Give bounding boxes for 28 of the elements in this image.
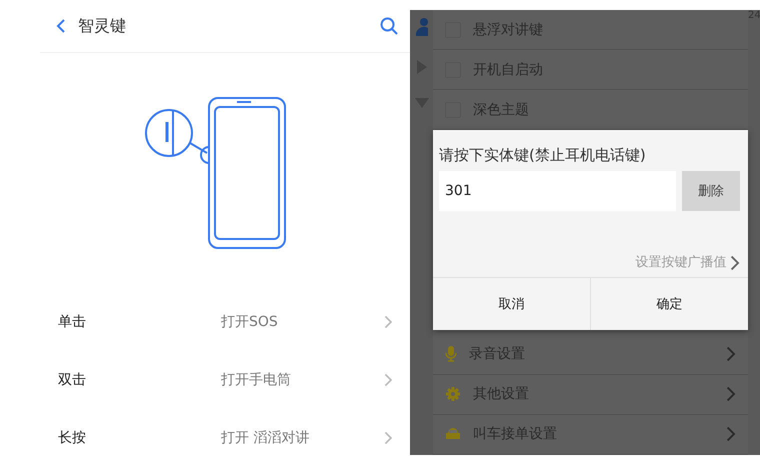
delete-button[interactable]: 删除: [682, 171, 740, 211]
back-icon[interactable]: [56, 18, 66, 34]
action-value: 打开SOS: [221, 313, 279, 331]
page-title: 智灵键: [78, 16, 127, 36]
microphone-icon: [445, 346, 457, 362]
gear-icon: [445, 386, 461, 402]
taxi-icon: [445, 428, 461, 440]
action-label: 长按: [58, 429, 87, 447]
action-row[interactable]: 长按 打开 滔滔对讲: [40, 409, 410, 467]
chevron-icon: [384, 315, 392, 329]
dialog-title: 请按下实体键(禁止耳机电话键): [438, 145, 647, 166]
action-label: 双击: [58, 371, 87, 389]
key-input-field[interactable]: 301: [439, 171, 676, 211]
search-icon[interactable]: [380, 17, 398, 35]
chevron-icon: [730, 255, 740, 271]
dialog-button[interactable]: 取消: [433, 278, 590, 330]
chevron-icon: [384, 373, 392, 387]
action-row[interactable]: 双击 打开手电筒: [40, 351, 410, 409]
chevron-icon: [726, 386, 736, 402]
action-label: 单击: [58, 313, 87, 331]
dialog-button[interactable]: 确定: [590, 278, 748, 330]
chevron-icon: [384, 431, 392, 445]
action-value: 打开手电筒: [221, 371, 292, 389]
person-icon: [416, 18, 428, 36]
action-row[interactable]: 单击 打开SOS: [40, 293, 410, 351]
chevron-icon: [726, 426, 736, 442]
action-value: 打开 滔滔对讲: [221, 429, 310, 447]
chevron-icon: [726, 346, 736, 362]
